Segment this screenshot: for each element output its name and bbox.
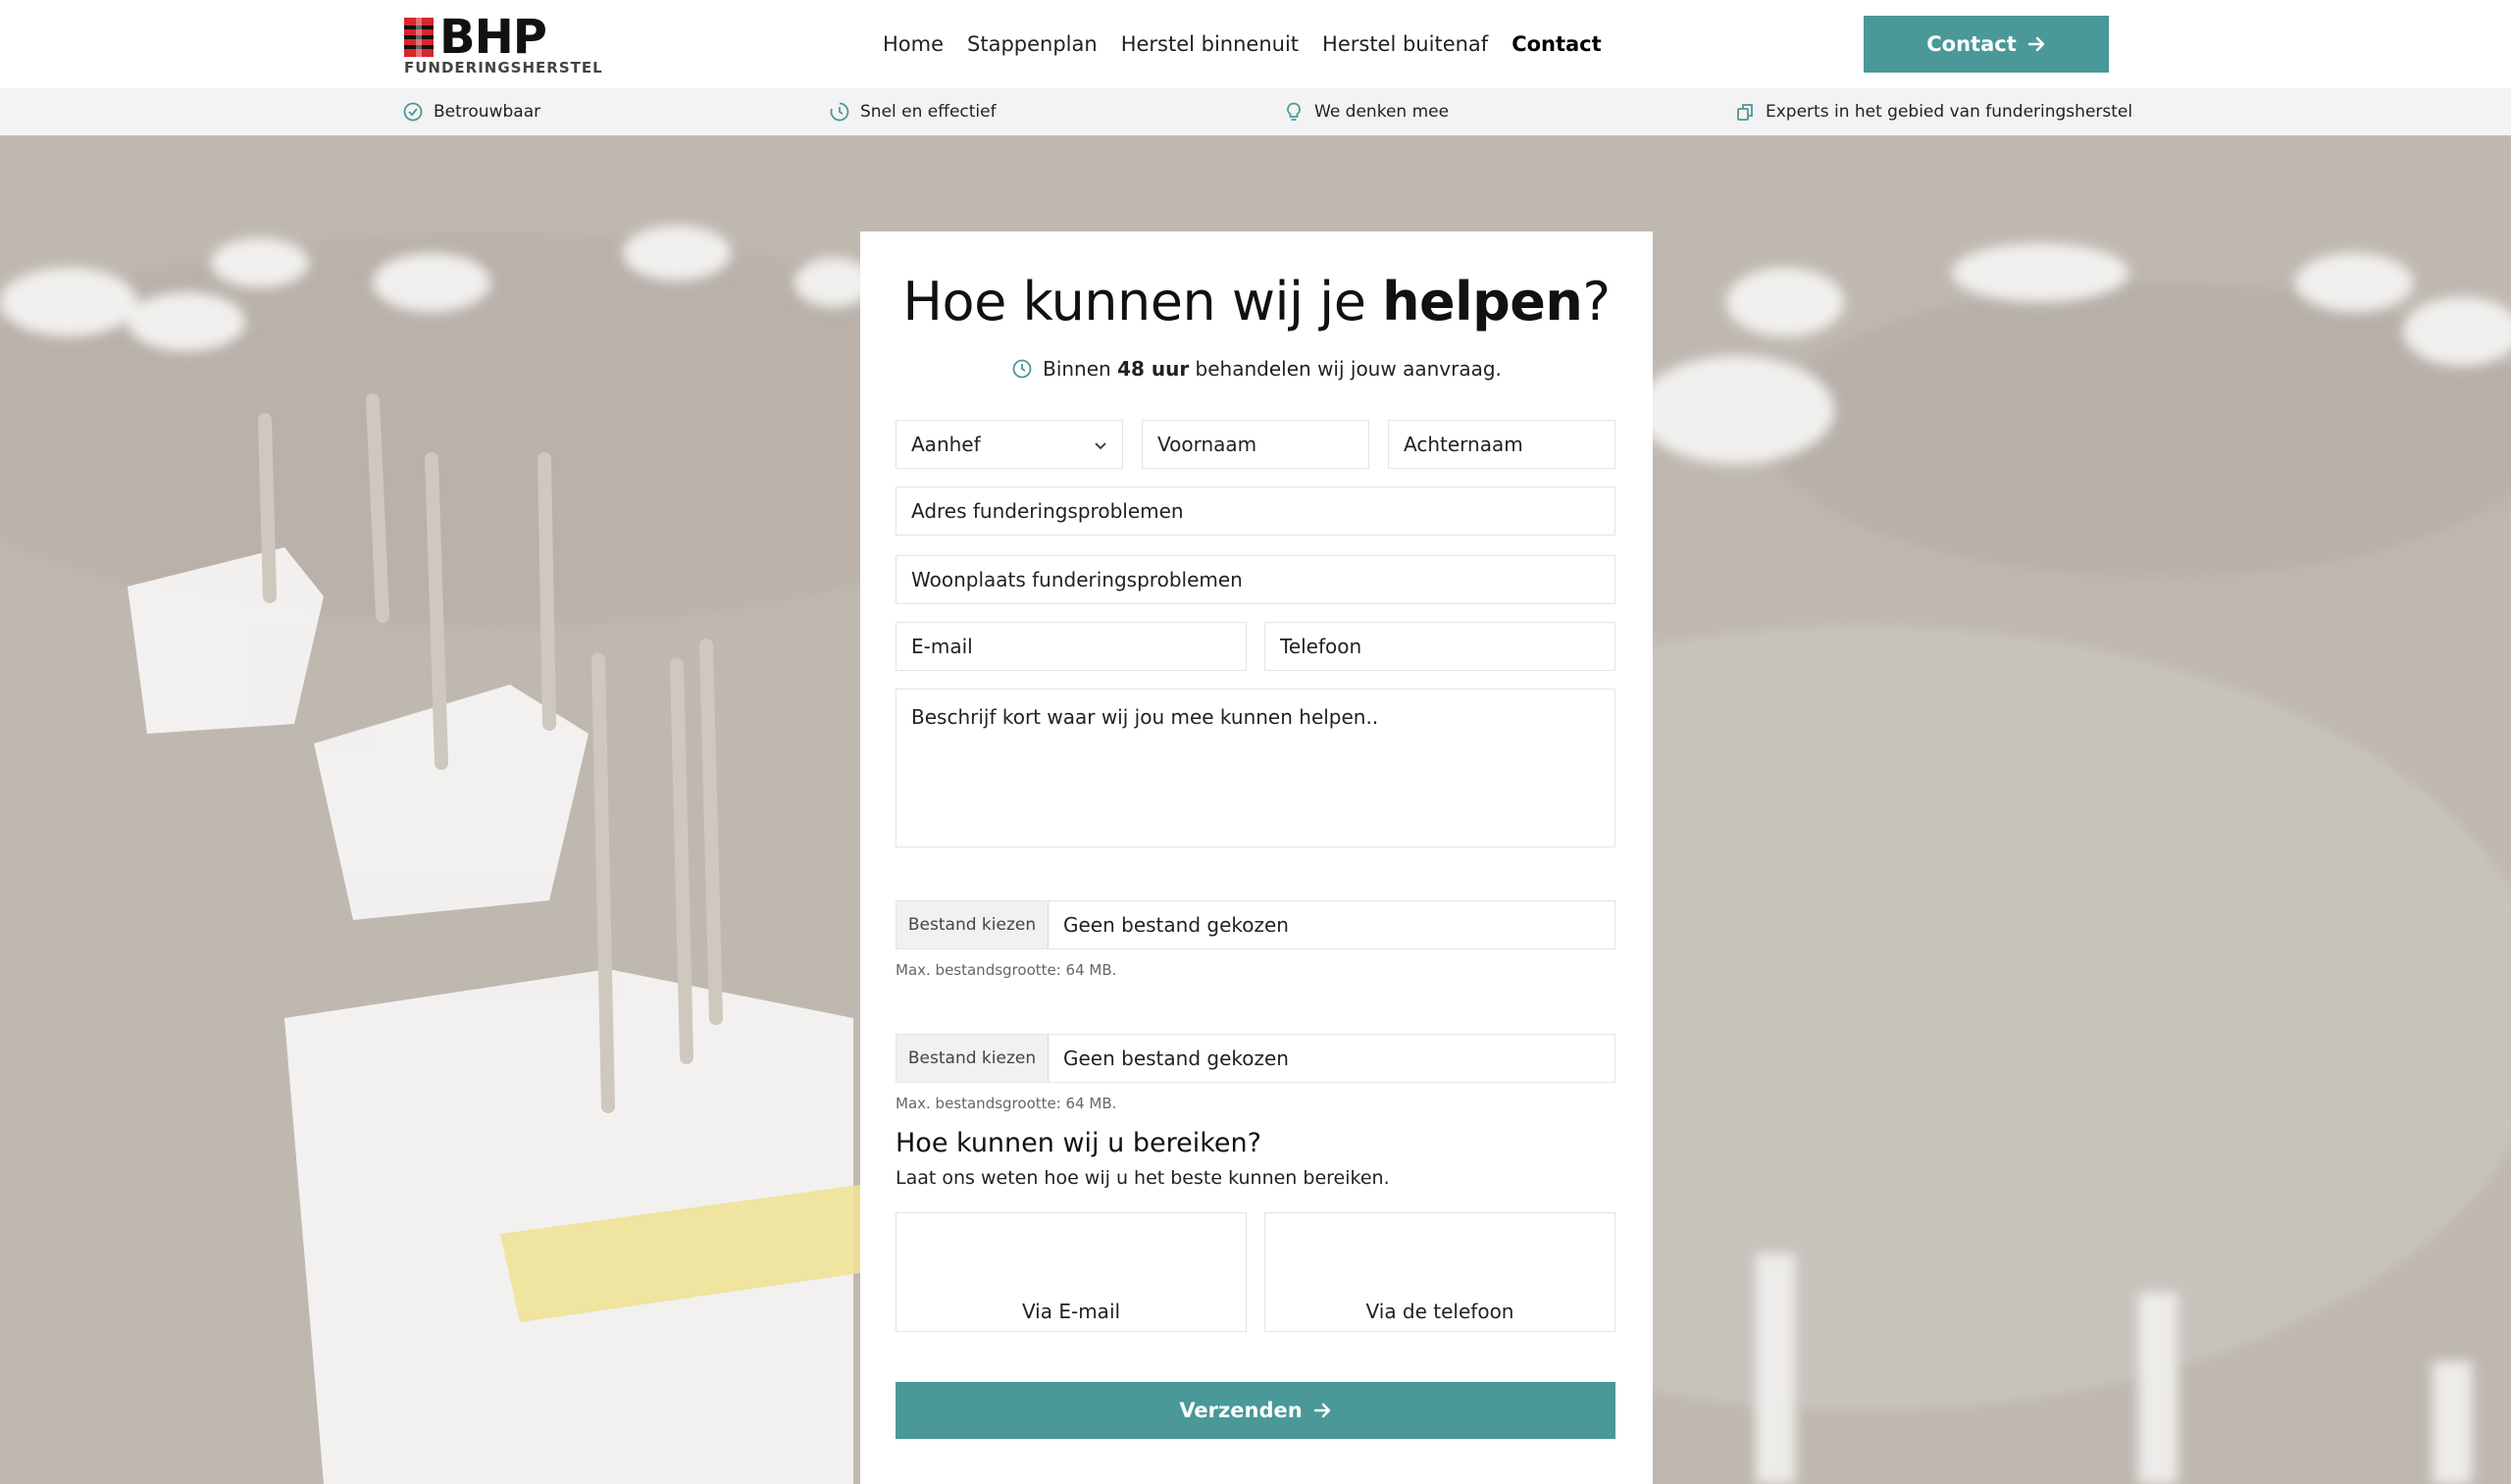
- reach-subtitle: Laat ons weten hoe wij u het beste kunne…: [896, 1167, 1390, 1189]
- logo-mark-icon: [404, 18, 434, 57]
- header-contact-label: Contact: [1926, 32, 2017, 56]
- message-textarea[interactable]: [897, 690, 1614, 846]
- contact-option-email[interactable]: Via E-mail: [896, 1212, 1247, 1332]
- nav-herstel-binnenuit[interactable]: Herstel binnenuit: [1121, 32, 1299, 56]
- email-input[interactable]: [911, 623, 1246, 670]
- arrow-right-icon: [1313, 1403, 1330, 1418]
- last-name-field[interactable]: [1388, 420, 1615, 469]
- file-size-hint: Max. bestandsgrootte: 64 MB.: [896, 961, 1117, 979]
- site-header: BHP FUNDERINGSHERSTEL Home Stappenplan H…: [0, 0, 2511, 88]
- contact-option-phone[interactable]: Via de telefoon: [1264, 1212, 1615, 1332]
- check-circle-icon: [403, 102, 423, 122]
- nav-stappenplan[interactable]: Stappenplan: [967, 32, 1098, 56]
- nav-herstel-buitenaf[interactable]: Herstel buitenaf: [1322, 32, 1488, 56]
- file-size-hint: Max. bestandsgrootte: 64 MB.: [896, 1095, 1117, 1112]
- brand-logo[interactable]: BHP FUNDERINGSHERSTEL: [402, 10, 602, 77]
- form-subtitle: Binnen 48 uur behandelen wij jouw aanvra…: [860, 357, 1653, 381]
- subtitle-text: Binnen 48 uur behandelen wij jouw aanvra…: [1043, 357, 1502, 381]
- reach-title: Hoe kunnen wij u bereiken?: [896, 1128, 1261, 1158]
- form-title: Hoe kunnen wij je helpen?: [902, 271, 1611, 333]
- file-name-label: Geen bestand gekozen: [1063, 1047, 1289, 1070]
- usp-label: Betrouwbaar: [434, 102, 541, 122]
- email-field[interactable]: [896, 622, 1247, 671]
- file-name-label: Geen bestand gekozen: [1063, 913, 1289, 937]
- phone-input[interactable]: [1280, 623, 1614, 670]
- file-upload-1[interactable]: Bestand kiezen Geen bestand gekozen: [896, 900, 1615, 949]
- phone-field[interactable]: [1264, 622, 1615, 671]
- salutation-select[interactable]: Aanhef: [896, 420, 1123, 469]
- arrow-right-icon: [2027, 36, 2044, 52]
- choose-file-button[interactable]: Bestand kiezen: [897, 1035, 1049, 1082]
- salutation-value: Aanhef: [911, 433, 981, 456]
- choose-file-button[interactable]: Bestand kiezen: [897, 901, 1049, 948]
- expert-icon: [1737, 104, 1753, 121]
- usp-label: Snel en effectief: [860, 102, 997, 122]
- first-name-field[interactable]: [1142, 420, 1369, 469]
- submit-label: Verzenden: [1179, 1399, 1303, 1422]
- file-upload-2[interactable]: Bestand kiezen Geen bestand gekozen: [896, 1034, 1615, 1083]
- nav-home[interactable]: Home: [883, 32, 944, 56]
- chevron-down-icon: [1095, 442, 1106, 450]
- header-contact-button[interactable]: Contact: [1864, 16, 2109, 73]
- message-field[interactable]: [896, 689, 1615, 847]
- city-field[interactable]: [896, 555, 1615, 604]
- usp-item-experts: Experts in het gebied van funderingshers…: [1734, 88, 2132, 135]
- contact-form-card: Hoe kunnen wij je helpen? Binnen 48 uur …: [860, 231, 1653, 1484]
- logo-text: BHP: [439, 10, 547, 65]
- submit-button[interactable]: Verzenden: [896, 1382, 1615, 1439]
- usp-bar: Betrouwbaar Snel en effectief We denken …: [0, 88, 2511, 135]
- main-nav: Home Stappenplan Herstel binnenuit Herst…: [883, 27, 1602, 61]
- city-input[interactable]: [911, 556, 1614, 603]
- nav-contact[interactable]: Contact: [1512, 32, 1602, 56]
- clock-icon: [1012, 359, 1032, 379]
- usp-label: We denken mee: [1314, 102, 1450, 122]
- last-name-input[interactable]: [1404, 421, 1614, 468]
- logo-tagline: FUNDERINGSHERSTEL: [404, 59, 603, 77]
- usp-item-betrouwbaar: Betrouwbaar: [402, 88, 540, 135]
- first-name-input[interactable]: [1157, 421, 1368, 468]
- lightbulb-icon: [1287, 102, 1301, 121]
- address-input[interactable]: [911, 487, 1614, 535]
- option-label: Via E-mail: [1021, 1300, 1121, 1323]
- option-label: Via de telefoon: [1365, 1300, 1514, 1323]
- usp-item-snel: Snel en effectief: [829, 88, 997, 135]
- usp-label: Experts in het gebied van funderingshers…: [1766, 102, 2133, 122]
- address-field[interactable]: [896, 486, 1615, 536]
- usp-item-denken-mee: We denken mee: [1283, 88, 1449, 135]
- timer-icon: [830, 102, 849, 122]
